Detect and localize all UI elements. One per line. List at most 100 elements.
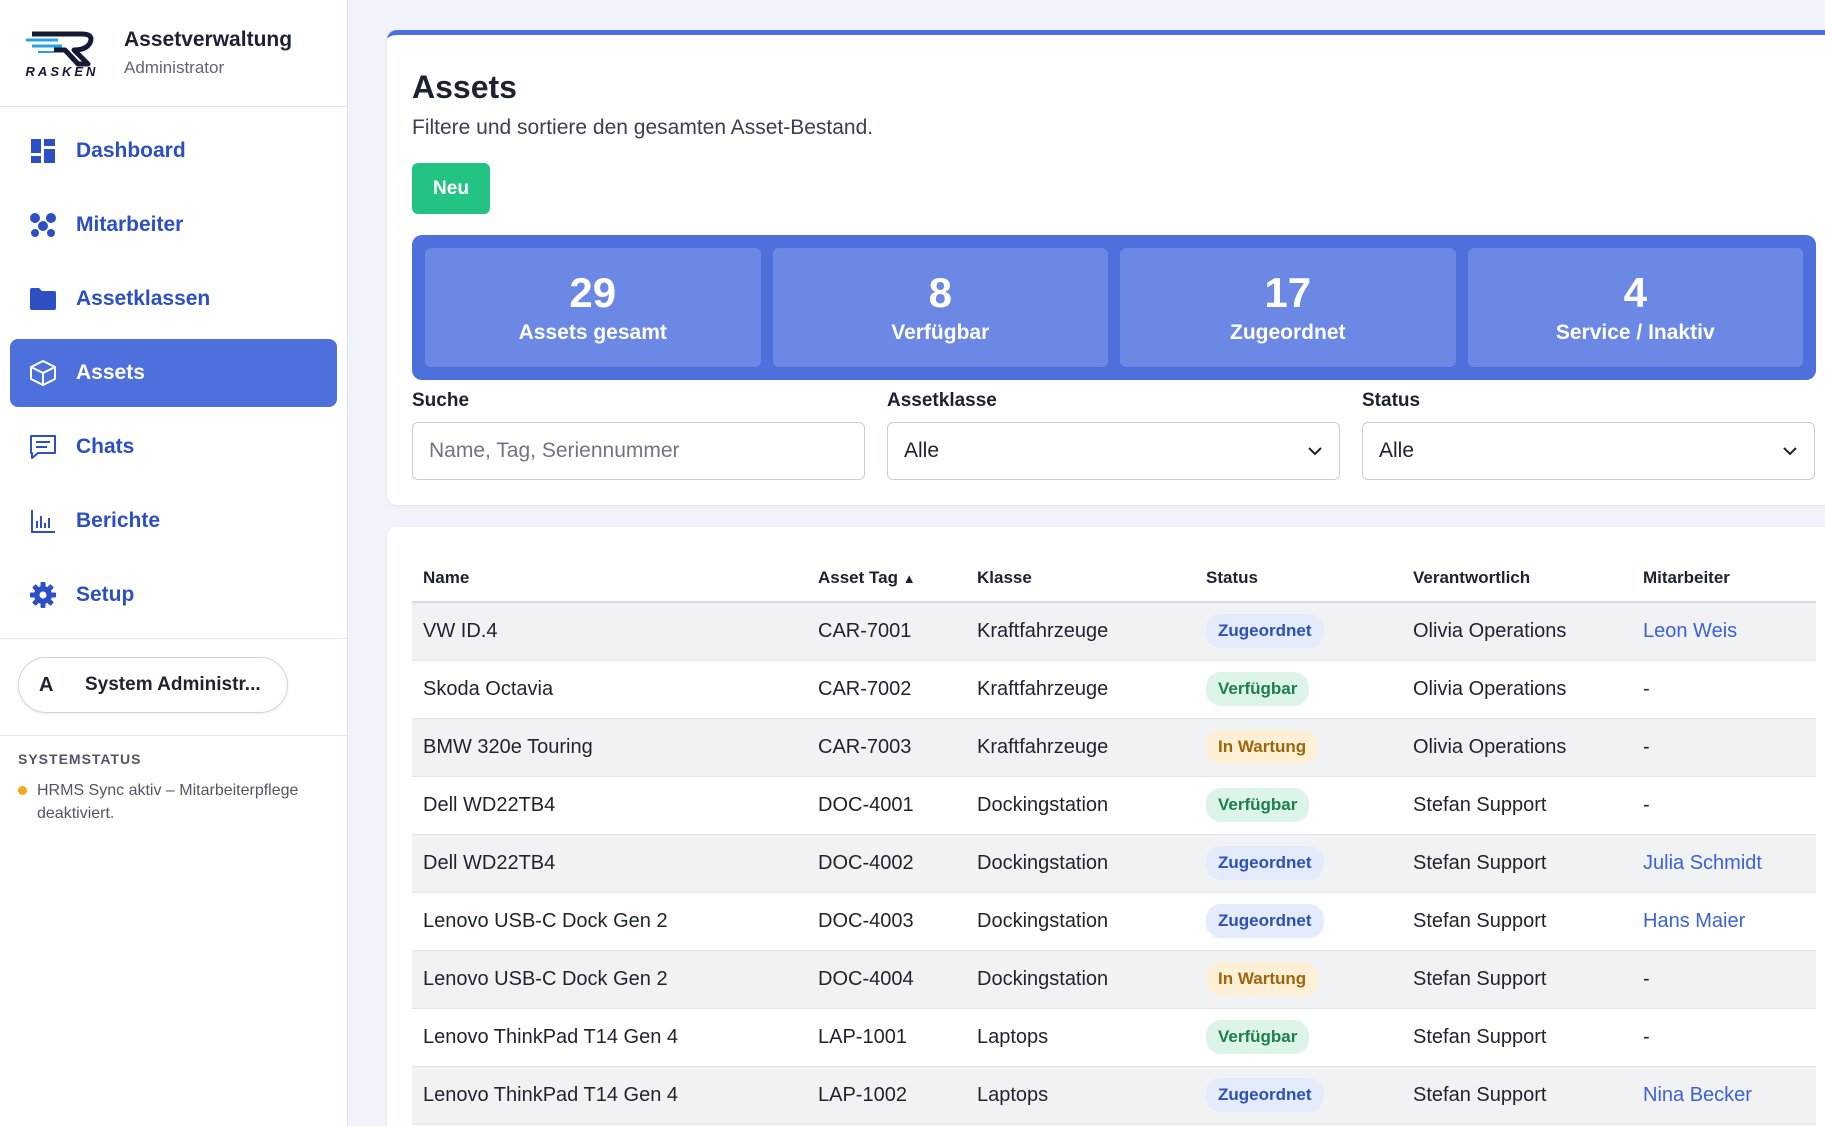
stats-panel: 29 Assets gesamt 8 Verfügbar 17 Zugeordn…: [412, 235, 1816, 380]
cell-verantwortlich: Stefan Support: [1402, 892, 1632, 951]
table-row[interactable]: Lenovo USB-C Dock Gen 2 DOC-4004 Dockingst…: [412, 950, 1816, 1009]
search-placeholder: Name, Tag, Seriennummer: [429, 439, 680, 462]
class-select[interactable]: Alle: [887, 422, 1340, 480]
cell-mitarbeiter[interactable]: Julia Schmidt: [1632, 834, 1816, 893]
status-badge: Zugeordnet: [1206, 904, 1324, 938]
table-row[interactable]: VW ID.4 CAR-7001 Kraftfahrzeuge Zugeordnet O…: [412, 602, 1816, 661]
cell-status: Zugeordnet: [1195, 892, 1402, 951]
sidebar-item-berichte[interactable]: Berichte: [10, 487, 337, 555]
cell-verantwortlich: Stefan Support: [1402, 1066, 1632, 1125]
cell-klasse: Kraftfahrzeuge: [966, 660, 1195, 719]
sidebar-item-label: Assetklassen: [76, 287, 211, 310]
cell-asset-tag: DOC-4003: [807, 892, 966, 951]
cell-name: Lenovo ThinkPad T14 Gen 4: [412, 1066, 807, 1125]
cell-asset-tag: CAR-7003: [807, 718, 966, 777]
table-row[interactable]: Lenovo ThinkPad T14 Gen 4 LAP-1002 Laptops…: [412, 1066, 1816, 1125]
cell-klasse: Kraftfahrzeuge: [966, 602, 1195, 661]
sidebar-item-assetklassen[interactable]: Assetklassen: [10, 265, 337, 333]
status-select-value: Alle: [1379, 439, 1415, 462]
stat-card-service[interactable]: 4 Service / Inaktiv: [1467, 248, 1803, 367]
cell-mitarbeiter: -: [1632, 950, 1816, 1009]
stat-value: 29: [569, 268, 617, 316]
status-dot-icon: [18, 786, 27, 795]
stat-label: Assets gesamt: [518, 320, 667, 344]
cell-asset-tag: CAR-7002: [807, 660, 966, 719]
column-header-asset-tag[interactable]: Asset Tag ▲: [807, 555, 966, 603]
cell-status: Verfügbar: [1195, 1008, 1402, 1067]
status-badge: Zugeordnet: [1206, 1078, 1324, 1112]
sidebar-item-setup[interactable]: Setup: [10, 561, 337, 629]
cell-verantwortlich: Stefan Support: [1402, 1008, 1632, 1067]
table-row[interactable]: BMW 320e Touring CAR-7003 Kraftfahrzeuge In…: [412, 718, 1816, 777]
table-row[interactable]: Dell WD22TB4 DOC-4001 Dockingstation Verfüg…: [412, 776, 1816, 835]
sidebar-item-label: Berichte: [76, 509, 161, 532]
table-row[interactable]: Lenovo USB-C Dock Gen 2 DOC-4003 Dockingst…: [412, 892, 1816, 951]
bar-chart-icon: [28, 506, 58, 536]
cell-klasse: Kraftfahrzeuge: [966, 718, 1195, 777]
filter-bar: Suche Name, Tag, Seriennummer Assetklass…: [412, 390, 1816, 480]
user-menu-button[interactable]: A System Administr...: [18, 657, 288, 713]
status-badge: Verfügbar: [1206, 788, 1310, 822]
chat-icon: [28, 432, 58, 462]
stat-value: 8: [928, 268, 952, 316]
status-badge: In Wartung: [1206, 730, 1319, 764]
sort-asc-icon: ▲: [902, 571, 916, 586]
search-input[interactable]: Name, Tag, Seriennummer: [412, 422, 865, 480]
cell-name: Dell WD22TB4: [412, 834, 807, 893]
cell-asset-tag: LAP-1002: [807, 1066, 966, 1125]
cell-klasse: Dockingstation: [966, 834, 1195, 893]
page-title: Assets: [412, 69, 517, 105]
cell-mitarbeiter: -: [1632, 776, 1816, 835]
status-badge: In Wartung: [1206, 962, 1319, 996]
sidebar-item-dashboard[interactable]: Dashboard: [10, 117, 337, 185]
status-filter: Status Alle: [1362, 390, 1815, 480]
sidebar: RASKEN Assetverwaltung Administrator Das…: [0, 0, 348, 1126]
cell-asset-tag: CAR-7001: [807, 602, 966, 661]
status-badge: Verfügbar: [1206, 672, 1310, 706]
sidebar-item-chats[interactable]: Chats: [10, 413, 337, 481]
column-header-status[interactable]: Status: [1195, 555, 1402, 603]
table-row[interactable]: Dell WD22TB4 DOC-4002 Dockingstation Zugeor…: [412, 834, 1816, 893]
class-filter: Assetklasse Alle: [887, 390, 1340, 480]
cell-klasse: Laptops: [966, 1066, 1195, 1125]
cell-verantwortlich: Stefan Support: [1402, 776, 1632, 835]
system-status-text: HRMS Sync aktiv – Mitarbeiterpflege deak…: [37, 782, 299, 822]
cell-status: In Wartung: [1195, 950, 1402, 1009]
cell-mitarbeiter[interactable]: Nina Becker: [1632, 1066, 1816, 1125]
cell-asset-tag: LAP-1001: [807, 1008, 966, 1067]
cell-klasse: Dockingstation: [966, 776, 1195, 835]
page-subtitle: Filtere und sortiere den gesamten Asset-…: [412, 116, 874, 139]
status-select[interactable]: Alle: [1362, 422, 1815, 480]
assets-header-card: Assets Filtere und sortiere den gesamten…: [387, 30, 1825, 505]
stat-card-assigned[interactable]: 17 Zugeordnet: [1120, 248, 1456, 367]
logo-mark-icon: [26, 31, 94, 66]
column-header-klasse[interactable]: Klasse: [966, 555, 1195, 603]
company-logo[interactable]: RASKEN: [18, 18, 106, 88]
column-header-mitarbeiter[interactable]: Mitarbeiter: [1632, 555, 1816, 603]
search-label: Suche: [412, 390, 470, 411]
app-title: Assetverwaltung: [124, 28, 293, 51]
cell-mitarbeiter[interactable]: Leon Weis: [1632, 602, 1816, 661]
chevron-down-icon: [1308, 447, 1322, 456]
cell-name: BMW 320e Touring: [412, 718, 807, 777]
cell-verantwortlich: Olivia Operations: [1402, 718, 1632, 777]
chevron-down-icon: [1783, 447, 1797, 456]
stat-card-total[interactable]: 29 Assets gesamt: [425, 248, 761, 367]
cell-mitarbeiter[interactable]: Hans Maier: [1632, 892, 1816, 951]
table-row[interactable]: Skoda Octavia CAR-7002 Kraftfahrzeuge Verfü…: [412, 660, 1816, 719]
system-status-title: SYSTEMSTATUS: [18, 751, 142, 767]
dashboard-icon: [28, 136, 58, 166]
stat-card-available[interactable]: 8 Verfügbar: [772, 248, 1108, 367]
user-name: System Administr...: [85, 674, 261, 695]
cell-klasse: Laptops: [966, 1008, 1195, 1067]
sidebar-item-label: Assets: [76, 361, 145, 384]
cell-status: Zugeordnet: [1195, 834, 1402, 893]
sidebar-item-mitarbeiter[interactable]: Mitarbeiter: [10, 191, 337, 259]
cell-klasse: Dockingstation: [966, 892, 1195, 951]
column-header-name[interactable]: Name: [412, 555, 807, 603]
cell-mitarbeiter: -: [1632, 718, 1816, 777]
table-row[interactable]: Lenovo ThinkPad T14 Gen 4 LAP-1001 Laptops…: [412, 1008, 1816, 1067]
sidebar-item-assets[interactable]: Assets: [10, 339, 337, 407]
column-header-verantwortlich[interactable]: Verantwortlich: [1402, 555, 1632, 603]
new-asset-button[interactable]: Neu: [412, 163, 490, 214]
